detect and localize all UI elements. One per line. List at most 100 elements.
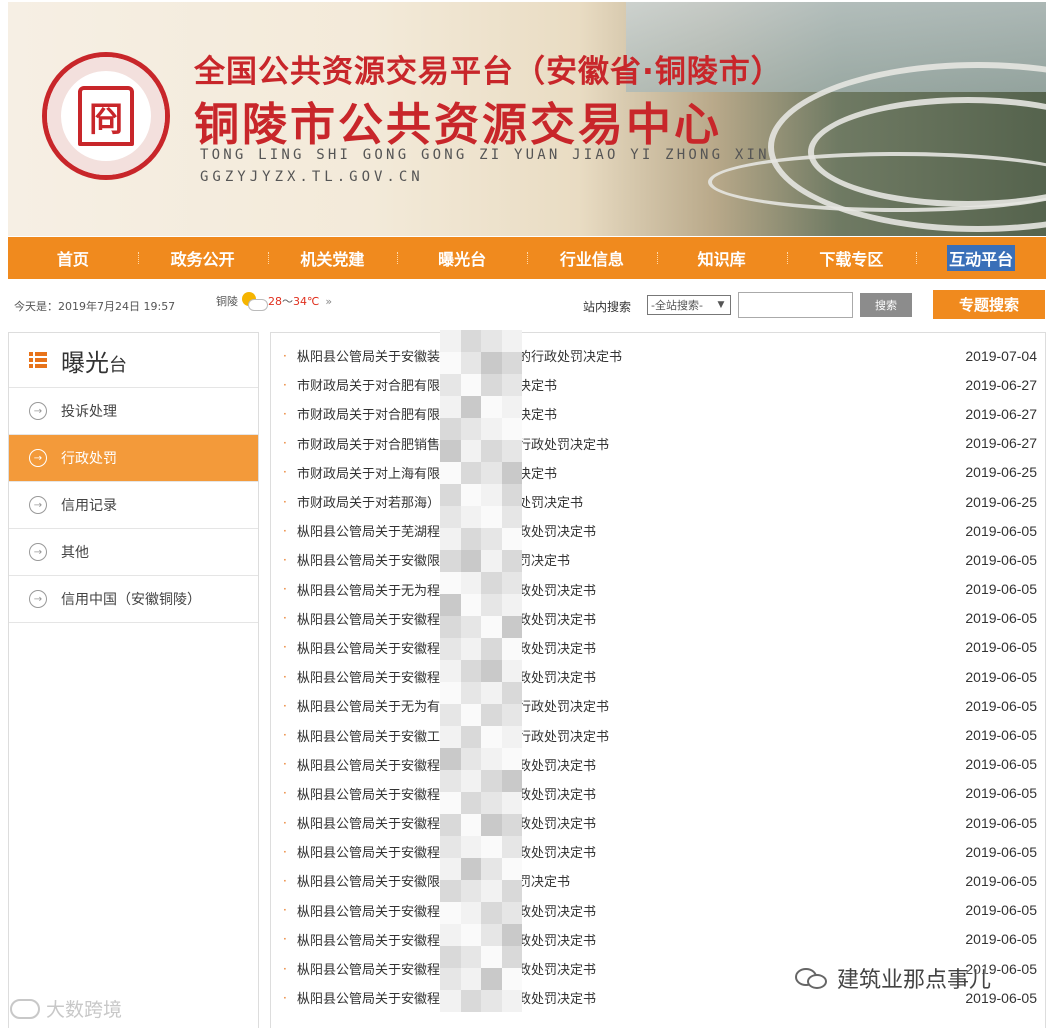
list-item-title-link[interactable]: 市财政局关于对上海有限公司行政处罚决定书: [297, 463, 947, 482]
list-item-title-link[interactable]: 枞阳县公管局关于安徽工程有限公司的行政处罚决定书: [297, 726, 947, 745]
mosaic-tile: [501, 594, 522, 616]
mosaic-tile: [460, 396, 481, 418]
bullet-icon: ·: [283, 903, 287, 918]
list-item-title-link[interactable]: 枞阳县公管局关于安徽程有限公司的行政处罚决定书: [297, 901, 947, 920]
search-button[interactable]: 搜索: [860, 293, 912, 317]
bullet-icon: ·: [283, 990, 287, 1005]
list-item-title-link[interactable]: 枞阳县公管局关于芜湖程有限公司的行政处罚决定书: [297, 521, 947, 540]
mosaic-tile: [460, 484, 481, 506]
list-item-title-link[interactable]: 枞阳县公管局关于安徽限公司的行政处罚决定书: [297, 550, 947, 569]
list-item: · 枞阳县公管局关于安徽程有限公司的行政处罚决定书 2019-06-05: [283, 896, 1037, 925]
mosaic-tile: [501, 440, 522, 462]
sidebar-item-label: 投诉处理: [61, 404, 117, 420]
list-item-date: 2019-06-05: [965, 697, 1037, 714]
mosaic-tile: [440, 726, 461, 748]
arrow-circle-icon: →: [29, 590, 47, 608]
list-item-title-link[interactable]: 市财政局关于对合肥有限公司行政处罚决定书: [297, 404, 947, 423]
nav-item-label: 行业信息: [559, 250, 624, 269]
list-item: · 市财政局关于对上海有限公司行政处罚决定书 2019-06-25: [283, 458, 1037, 487]
mosaic-tile: [460, 660, 481, 682]
list-item-date: 2019-06-25: [965, 493, 1037, 510]
list-item-title-link[interactable]: 枞阳县公管局关于安徽程有限公司的行政处罚决定书: [297, 784, 947, 803]
list-item-title-link[interactable]: 枞阳县公管局关于安徽程有限公司的行政处罚决定书: [297, 609, 947, 628]
list-item: · 枞阳县公管局关于安徽程有限公司的行政处罚决定书 2019-06-05: [283, 750, 1037, 779]
list-item-date: 2019-06-05: [965, 639, 1037, 656]
site-search-label: 站内搜索: [583, 300, 632, 314]
sidebar-item-label: 其他: [61, 545, 89, 561]
mosaic-tile: [481, 660, 502, 682]
bullet-icon: ·: [283, 786, 287, 801]
list-menu-icon: [29, 352, 47, 368]
list-item-date: 2019-06-05: [965, 843, 1037, 860]
list-item: · 枞阳县公管局关于安徽工程有限公司的行政处罚决定书 2019-06-05: [283, 720, 1037, 749]
mosaic-tile: [501, 858, 522, 880]
mosaic-tile: [501, 638, 522, 660]
list-item-title-link[interactable]: 枞阳县公管局关于安徽限公司的行政处罚决定书: [297, 871, 947, 890]
sidebar-item[interactable]: → 其他: [9, 529, 258, 576]
list-item-title-link[interactable]: 市财政局关于对合肥销售服务有限公司行政处罚决定书: [297, 434, 947, 453]
nav-item-label: 首页: [56, 250, 89, 269]
list-item-title-link[interactable]: 枞阳县公管局关于安徽程有限公司的行政处罚决定书: [297, 842, 947, 861]
list-item: · 枞阳县公管局关于安徽程有限公司的行政处罚决定书 2019-06-05: [283, 633, 1037, 662]
nav-item[interactable]: 行业信息: [527, 237, 657, 279]
mosaic-tile: [460, 638, 481, 660]
list-item-date: 2019-06-05: [965, 902, 1037, 919]
mosaic-tile: [460, 924, 481, 946]
nav-item[interactable]: 互动平台: [916, 237, 1046, 279]
mosaic-tile: [460, 726, 481, 748]
nav-item[interactable]: 首页: [8, 237, 138, 279]
list-item-date: 2019-06-05: [965, 785, 1037, 802]
list-item-title-link[interactable]: 枞阳县公管局关于安徽程有限公司的行政处罚决定书: [297, 667, 947, 686]
list-item-title-link[interactable]: 枞阳县公管局关于安徽程有限公司的行政处罚决定书: [297, 755, 947, 774]
nav-item[interactable]: 政务公开: [137, 237, 268, 279]
search-input[interactable]: [738, 292, 853, 318]
site-logo[interactable]: 冏: [42, 52, 170, 180]
list-item: · 枞阳县公管局关于芜湖程有限公司的行政处罚决定书 2019-06-05: [283, 516, 1037, 545]
mosaic-tile: [460, 352, 481, 374]
list-item-title-link[interactable]: 枞阳县公管局关于安徽程有限公司的行政处罚决定书: [297, 930, 947, 949]
sidebar-item[interactable]: → 投诉处理: [9, 388, 258, 435]
mosaic-tile: [440, 638, 461, 660]
mosaic-tile: [460, 858, 481, 880]
header-banner: 冏 全国公共资源交易平台（安徽省·铜陵市） 铜陵市公共资源交易中心 TONG L…: [8, 2, 1046, 236]
list-item-title-link[interactable]: 市财政局关于对若那海）有限公司行政处罚决定书: [297, 492, 947, 511]
sidebar-item[interactable]: → 信用中国（安徽铜陵）: [9, 576, 258, 623]
mosaic-tile: [501, 506, 522, 528]
watermark-right-text: 建筑业那点事儿: [837, 968, 992, 993]
nav-item[interactable]: 机关党建: [267, 237, 398, 279]
mosaic-tile: [440, 792, 461, 814]
bullet-icon: ·: [283, 698, 287, 713]
search-scope-select[interactable]: -全站搜索- ▼: [647, 295, 731, 315]
mosaic-tile: [481, 396, 502, 418]
bullet-icon: ·: [283, 640, 287, 655]
list-item-title-link[interactable]: 枞阳县公管局关于无为有限责任公司的行政处罚决定书: [297, 696, 947, 715]
list-item-date: 2019-06-05: [965, 756, 1037, 773]
mosaic-tile: [481, 506, 502, 528]
mosaic-tile: [501, 924, 522, 946]
weather-high-temp: 34℃: [293, 294, 320, 308]
bullet-icon: ·: [283, 844, 287, 859]
weather-widget[interactable]: 铜陵 28 ～ 34℃ »: [216, 291, 332, 311]
list-item: · 枞阳县公管局关于无为程有限公司的行政处罚决定书 2019-06-05: [283, 575, 1037, 604]
wechat-icon: [795, 966, 829, 990]
mosaic-tile: [481, 528, 502, 550]
mosaic-tile: [440, 594, 461, 616]
list-item-title-link[interactable]: 枞阳县公管局关于安徽程有限公司的行政处罚决定书: [297, 813, 947, 832]
list-item-title-link[interactable]: 市财政局关于对合肥有限公司行政处罚决定书: [297, 375, 947, 394]
mosaic-tile: [501, 616, 522, 638]
weather-more-icon[interactable]: »: [325, 295, 332, 308]
mosaic-tile: [481, 990, 502, 1012]
sidebar-item[interactable]: → 信用记录: [9, 482, 258, 529]
list-item-title-link[interactable]: 枞阳县公管局关于无为程有限公司的行政处罚决定书: [297, 580, 947, 599]
mosaic-tile: [440, 462, 461, 484]
list-item-title-link[interactable]: 枞阳县公管局关于安徽装工程有限公司的行政处罚决定书: [297, 346, 947, 365]
nav-item[interactable]: 下载专区: [786, 237, 917, 279]
list-item-date: 2019-06-05: [965, 522, 1037, 539]
mosaic-tile: [481, 902, 502, 924]
nav-item[interactable]: 曝光台: [397, 237, 527, 279]
sidebar-item[interactable]: → 行政处罚: [9, 435, 258, 482]
nav-item[interactable]: 知识库: [656, 237, 787, 279]
list-item-title-link[interactable]: 枞阳县公管局关于安徽程有限公司的行政处罚决定书: [297, 638, 947, 657]
list-item: · 枞阳县公管局关于安徽限公司的行政处罚决定书 2019-06-05: [283, 545, 1037, 574]
special-search-button[interactable]: 专题搜索: [933, 290, 1045, 319]
